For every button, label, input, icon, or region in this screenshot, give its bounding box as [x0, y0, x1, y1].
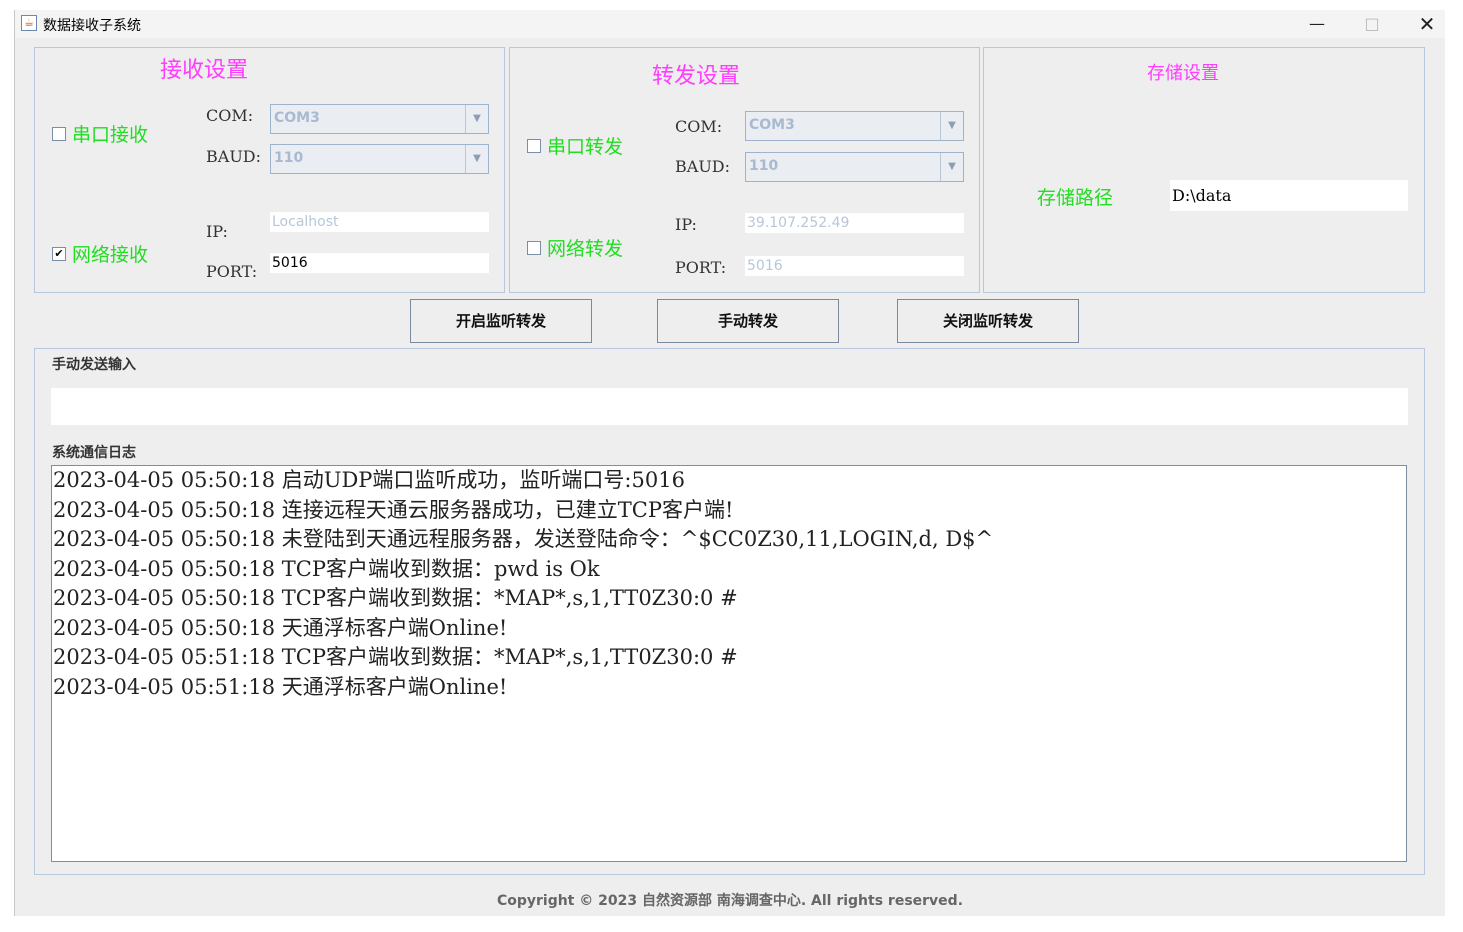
window-title: 数据接收子系统 — [43, 18, 141, 34]
storage-settings-panel: 存储设置 存储路径 D:\data — [983, 47, 1425, 293]
log-label: 系统通信日志 — [52, 445, 136, 461]
log-line: 2023-04-05 05:50:18 未登陆到天通远程服务器，发送登陆命令：^… — [53, 527, 994, 551]
chevron-down-icon[interactable]: ▼ — [940, 112, 963, 140]
app-window: ☕ 数据接收子系统 — □ ✕ 接收设置 串口接收 COM: COM3 ▼ BA… — [14, 10, 1445, 916]
chevron-down-icon[interactable]: ▼ — [465, 105, 488, 133]
forward-ip-field[interactable]: 39.107.252.49 — [745, 213, 964, 233]
forward-serial-checkbox[interactable] — [527, 139, 541, 153]
receive-com-select[interactable]: COM3 ▼ — [270, 104, 489, 134]
log-line: 2023-04-05 05:50:18 TCP客户端收到数据：*MAP*,s,1… — [53, 586, 738, 610]
receive-baud-value: 110 — [274, 150, 304, 166]
chevron-down-icon[interactable]: ▼ — [465, 145, 488, 173]
forward-serial-label[interactable]: 串口转发 — [547, 132, 623, 159]
forward-settings-title: 转发设置 — [652, 64, 741, 89]
receive-serial-label[interactable]: 串口接收 — [72, 120, 148, 147]
start-listen-forward-button[interactable]: 开启监听转发 — [410, 299, 592, 343]
communication-log[interactable]: 2023-04-05 05:50:18 启动UDP端口监听成功，监听端口号:50… — [51, 465, 1407, 862]
receive-network-label[interactable]: 网络接收 — [72, 240, 148, 267]
forward-network-checkbox[interactable] — [527, 241, 541, 255]
maximize-button[interactable]: □ — [1349, 10, 1395, 38]
receive-port-field[interactable]: 5016 — [270, 253, 489, 273]
storage-path-field[interactable]: D:\data — [1170, 180, 1408, 211]
receive-baud-select[interactable]: 110 ▼ — [270, 144, 489, 174]
log-line: 2023-04-05 05:51:18 TCP客户端收到数据：*MAP*,s,1… — [53, 645, 738, 669]
storage-path-label: 存储路径 — [1037, 187, 1114, 209]
forward-settings-panel: 转发设置 串口转发 COM: COM3 ▼ BAUD: 110 ▼ 网络转发 I… — [509, 47, 980, 293]
close-button[interactable]: ✕ — [1404, 10, 1450, 38]
log-line: 2023-04-05 05:51:18 天通浮标客户端Online! — [53, 674, 508, 699]
forward-port-field[interactable]: 5016 — [745, 256, 964, 276]
forward-com-select[interactable]: COM3 ▼ — [745, 111, 964, 141]
receive-serial-checkbox[interactable] — [52, 127, 66, 141]
log-line: 2023-04-05 05:50:18 连接远程天通云服务器成功，已建立TCP客… — [53, 497, 734, 522]
manual-forward-button[interactable]: 手动转发 — [657, 299, 839, 343]
forward-com-value: COM3 — [749, 117, 795, 133]
minimize-button[interactable]: — — [1294, 10, 1340, 38]
copyright-footer: Copyright © 2023 自然资源部 南海调查中心. All right… — [496, 893, 964, 909]
receive-baud-label: BAUD: — [206, 147, 262, 166]
forward-baud-value: 110 — [749, 158, 779, 174]
forward-network-label[interactable]: 网络转发 — [547, 234, 623, 261]
manual-input-label: 手动发送输入 — [52, 357, 136, 373]
forward-baud-select[interactable]: 110 ▼ — [745, 152, 964, 182]
log-line: 2023-04-05 05:50:18 启动UDP端口监听成功，监听端口号:50… — [53, 468, 685, 492]
java-app-icon: ☕ — [21, 15, 37, 31]
receive-settings-title: 接收设置 — [160, 58, 249, 83]
receive-ip-label: IP: — [206, 222, 228, 241]
receive-network-checkbox[interactable]: ✔ — [52, 247, 66, 261]
receive-settings-panel: 接收设置 串口接收 COM: COM3 ▼ BAUD: 110 ▼ ✔ 网络接收… — [34, 47, 505, 293]
forward-port-label: PORT: — [675, 258, 727, 277]
receive-ip-field[interactable]: Localhost — [270, 212, 489, 232]
forward-baud-label: BAUD: — [675, 157, 731, 176]
stop-listen-forward-button[interactable]: 关闭监听转发 — [897, 299, 1079, 343]
log-line: 2023-04-05 05:50:18 天通浮标客户端Online! — [53, 615, 508, 640]
chevron-down-icon[interactable]: ▼ — [940, 153, 963, 181]
forward-ip-label: IP: — [675, 215, 697, 234]
title-bar[interactable]: ☕ 数据接收子系统 — □ ✕ — [15, 10, 1445, 38]
manual-send-input[interactable] — [51, 388, 1408, 425]
log-line: 2023-04-05 05:50:18 TCP客户端收到数据：pwd is Ok — [53, 556, 600, 581]
storage-settings-title: 存储设置 — [1147, 63, 1219, 84]
forward-com-label: COM: — [675, 117, 723, 136]
receive-port-label: PORT: — [206, 262, 258, 281]
receive-com-value: COM3 — [274, 110, 320, 126]
receive-com-label: COM: — [206, 106, 254, 125]
